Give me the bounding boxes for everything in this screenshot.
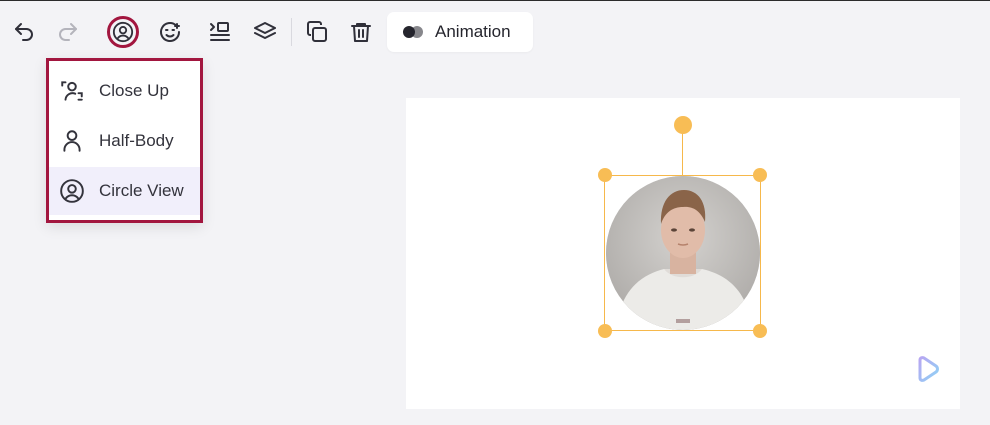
menu-item-circle-view[interactable]: Circle View — [49, 167, 200, 215]
redo-button[interactable] — [51, 15, 85, 49]
duplicate-button[interactable] — [300, 15, 334, 49]
avatar-layout-button[interactable] — [106, 15, 140, 49]
resize-handle-top-left[interactable] — [598, 168, 612, 182]
face-icon — [160, 22, 180, 42]
close-up-icon — [61, 81, 83, 101]
user-circle-icon — [60, 179, 84, 203]
rotation-stem — [682, 133, 683, 175]
redo-icon — [59, 23, 77, 41]
person-icon — [63, 130, 81, 152]
layers-icon — [254, 22, 276, 39]
menu-item-label: Circle View — [99, 181, 184, 200]
align-button[interactable] — [203, 15, 237, 49]
menu-item-half-body[interactable]: Half-Body — [49, 117, 200, 165]
layers-button[interactable] — [248, 15, 282, 49]
rotate-handle[interactable] — [674, 116, 692, 134]
toolbar-divider — [291, 18, 292, 46]
duplicate-icon — [307, 21, 327, 42]
delete-button[interactable] — [344, 15, 378, 49]
align-left-icon — [210, 22, 230, 41]
menu-item-close-up[interactable]: Close Up — [49, 67, 200, 115]
animation-label: Animation — [435, 22, 511, 41]
toolbar: Animation — [0, 1, 990, 63]
undo-icon — [15, 23, 33, 41]
menu-item-label: Close Up — [99, 81, 169, 100]
animation-button[interactable]: Animation — [387, 12, 533, 52]
avatar-layout-menu: Close Up Half-Body Circle View — [46, 58, 203, 223]
selection-box — [604, 175, 761, 331]
animation-toggle-icon — [403, 25, 425, 39]
user-circle-icon — [112, 21, 134, 43]
resize-handle-bottom-right[interactable] — [753, 324, 767, 338]
face-expression-button[interactable] — [153, 15, 187, 49]
trash-icon — [351, 23, 371, 42]
undo-button[interactable] — [7, 15, 41, 49]
resize-handle-top-right[interactable] — [753, 168, 767, 182]
resize-handle-bottom-left[interactable] — [598, 324, 612, 338]
menu-item-label: Half-Body — [99, 131, 174, 150]
brand-logo-icon — [913, 355, 941, 383]
